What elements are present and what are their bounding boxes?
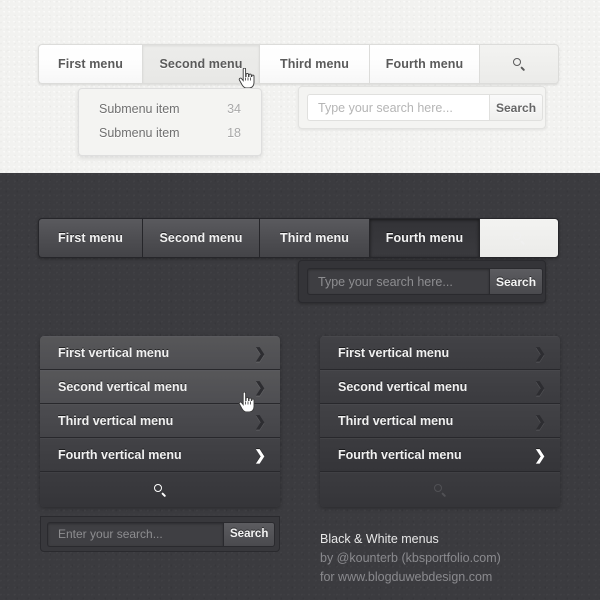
light-search-button[interactable]: Search — [489, 94, 543, 121]
design-showcase: First menu Second menu Third menu Fourth… — [0, 0, 600, 600]
light-submenu-item-2-label: Submenu item — [99, 126, 180, 140]
vertical-left-item-third[interactable]: Third vertical menu ❯ — [40, 404, 280, 438]
dark-tab-fourth[interactable]: Fourth menu — [369, 218, 479, 258]
dark-tab-second-label: Second menu — [159, 231, 242, 245]
dark-tab-first-label: First menu — [58, 231, 123, 245]
dark-tab-first[interactable]: First menu — [38, 218, 142, 258]
light-tab-fourth-label: Fourth menu — [386, 57, 463, 71]
light-submenu-item-1-count: 34 — [227, 102, 241, 116]
chevron-right-icon: ❯ — [254, 414, 266, 428]
vertical-left-item-fourth[interactable]: Fourth vertical menu ❯ — [40, 438, 280, 472]
chevron-right-icon: ❯ — [534, 414, 546, 428]
vertical-right-item-fourth-label: Fourth vertical menu — [338, 448, 534, 462]
light-tab-second-label: Second menu — [159, 57, 242, 71]
vertical-right-item-third[interactable]: Third vertical menu ❯ — [320, 404, 560, 438]
dark-tab-third-label: Third menu — [280, 231, 349, 245]
vertical-right-item-second[interactable]: Second vertical menu ❯ — [320, 370, 560, 404]
vertical-menu-left: First vertical menu ❯ Second vertical me… — [40, 336, 280, 507]
light-tab-search[interactable] — [479, 44, 559, 84]
vertical-left-search-row[interactable] — [40, 472, 280, 507]
vertical-left-search-input[interactable] — [47, 522, 223, 547]
search-icon — [513, 58, 526, 71]
dark-tab-third[interactable]: Third menu — [259, 218, 369, 258]
vertical-left-item-fourth-label: Fourth vertical menu — [58, 448, 254, 462]
light-submenu-item-2-count: 18 — [227, 126, 241, 140]
chevron-right-icon: ❯ — [254, 448, 266, 462]
light-theme-section: First menu Second menu Third menu Fourth… — [0, 0, 600, 173]
light-tab-first-label: First menu — [58, 57, 123, 71]
dark-search-input[interactable] — [307, 268, 489, 295]
search-icon — [434, 484, 447, 497]
light-submenu-panel: Submenu item 34 Submenu item 18 — [78, 88, 262, 156]
dark-tab-search[interactable] — [479, 218, 559, 258]
chevron-right-icon: ❯ — [254, 346, 266, 360]
dark-search-button[interactable]: Search — [489, 268, 543, 295]
vertical-right-item-fourth[interactable]: Fourth vertical menu ❯ — [320, 438, 560, 472]
search-icon — [513, 232, 526, 245]
light-tab-fourth[interactable]: Fourth menu — [369, 44, 479, 84]
light-horizontal-menu: First menu Second menu Third menu Fourth… — [38, 44, 559, 84]
light-tab-second[interactable]: Second menu — [142, 44, 259, 84]
vertical-right-search-row[interactable] — [320, 472, 560, 507]
vertical-right-item-third-label: Third vertical menu — [338, 414, 534, 428]
vertical-right-item-first[interactable]: First vertical menu ❯ — [320, 336, 560, 370]
light-search-input[interactable] — [307, 94, 489, 121]
vertical-right-item-second-label: Second vertical menu — [338, 380, 534, 394]
vertical-left-search-button[interactable]: Search — [223, 522, 275, 547]
credits-site: for www.blogduwebdesign.com — [320, 568, 501, 587]
light-tab-third[interactable]: Third menu — [259, 44, 369, 84]
dark-tab-fourth-label: Fourth menu — [386, 231, 463, 245]
vertical-left-item-second-label: Second vertical menu — [58, 380, 254, 394]
chevron-right-icon: ❯ — [534, 448, 546, 462]
light-submenu-item-1[interactable]: Submenu item 34 — [79, 97, 261, 121]
light-tab-first[interactable]: First menu — [38, 44, 142, 84]
vertical-menu-right: First vertical menu ❯ Second vertical me… — [320, 336, 560, 507]
vertical-left-item-first[interactable]: First vertical menu ❯ — [40, 336, 280, 370]
light-search-panel: Search — [298, 86, 546, 129]
chevron-right-icon: ❯ — [534, 380, 546, 394]
vertical-left-item-third-label: Third vertical menu — [58, 414, 254, 428]
credits-title: Black & White menus — [320, 530, 501, 549]
vertical-left-search-form: Search — [40, 516, 280, 552]
vertical-left-item-first-label: First vertical menu — [58, 346, 254, 360]
light-tab-third-label: Third menu — [280, 57, 349, 71]
credits-block: Black & White menus by @kounterb (kbspor… — [320, 530, 501, 587]
dark-tab-second[interactable]: Second menu — [142, 218, 259, 258]
credits-author: by @kounterb (kbsportfolio.com) — [320, 549, 501, 568]
light-submenu-item-1-label: Submenu item — [99, 102, 180, 116]
vertical-left-item-second[interactable]: Second vertical menu ❯ — [40, 370, 280, 404]
dark-horizontal-menu: First menu Second menu Third menu Fourth… — [38, 218, 559, 258]
chevron-right-icon: ❯ — [534, 346, 546, 360]
dark-search-panel: Search — [298, 260, 546, 303]
chevron-right-icon: ❯ — [254, 380, 266, 394]
vertical-right-item-first-label: First vertical menu — [338, 346, 534, 360]
light-submenu-item-2[interactable]: Submenu item 18 — [79, 121, 261, 145]
search-icon — [154, 484, 167, 497]
